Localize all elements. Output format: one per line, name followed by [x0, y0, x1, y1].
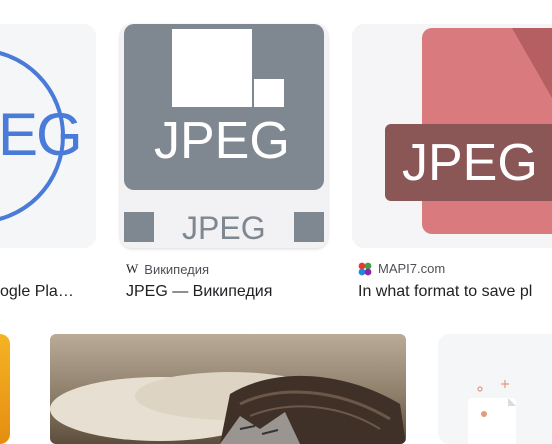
- result-source-name: MAPI7.com: [378, 261, 446, 276]
- logo-text: EG: [0, 101, 83, 168]
- pixel-square-right: [294, 212, 324, 242]
- result-card-2-thumbnail[interactable]: JPEG JPEG: [120, 24, 328, 248]
- result-title-2[interactable]: JPEG — Википедия: [126, 283, 336, 301]
- jpeg-bottom-text: JPEG: [182, 210, 266, 246]
- cat-photo-image: [50, 372, 406, 444]
- image-file-icon: [468, 380, 516, 444]
- wikipedia-icon: W: [126, 261, 139, 276]
- result-card-1-thumbnail[interactable]: EG: [0, 24, 96, 248]
- result-title-3[interactable]: In what format to save pl: [358, 283, 552, 301]
- pixel-square-left: [124, 212, 154, 242]
- result-card-4-thumbnail[interactable]: [0, 334, 10, 444]
- result-card-5-thumbnail[interactable]: [50, 334, 406, 444]
- result-source-3[interactable]: MAPI7.com: [358, 261, 445, 276]
- result-title-1[interactable]: ogle Pla…: [0, 283, 100, 301]
- result-source-2[interactable]: W Википедия: [126, 261, 209, 277]
- document-fold-icon: [512, 28, 552, 98]
- result-card-3-thumbnail[interactable]: JPEG: [352, 24, 552, 248]
- result-source-name: Википедия: [144, 261, 210, 277]
- jpeg-pixel-block-small: [254, 79, 284, 107]
- jpeg-banner-text: JPEG: [402, 134, 538, 192]
- mapi7-logo-icon: [358, 262, 372, 275]
- jpeg-pixel-block: [172, 29, 252, 107]
- result-card-6-thumbnail[interactable]: [438, 334, 552, 444]
- jpeg-thumbnail-text: JPEG: [154, 112, 290, 170]
